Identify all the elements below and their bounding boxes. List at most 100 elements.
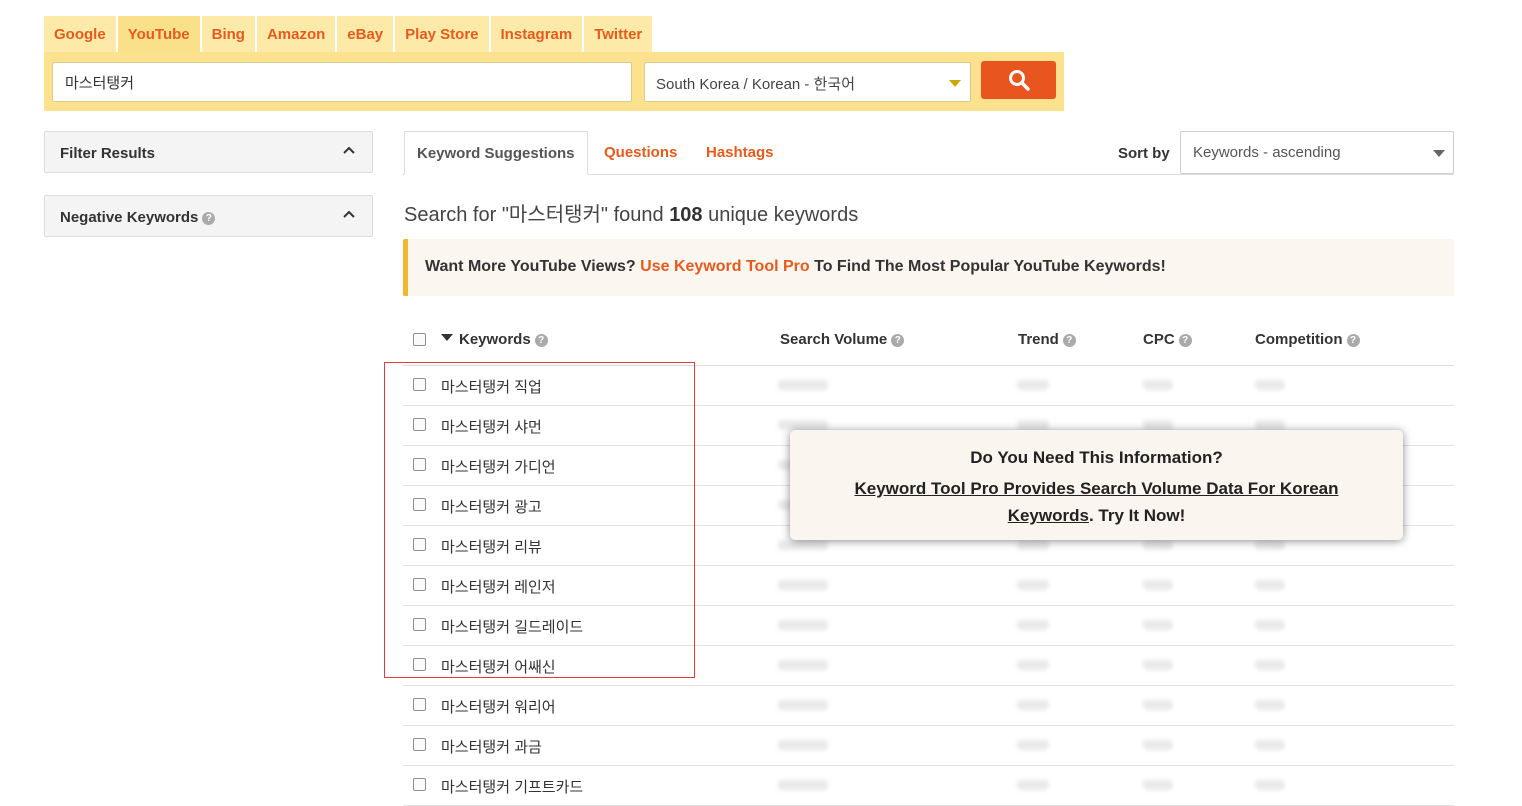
blurred-trend <box>1017 540 1049 550</box>
row-checkbox[interactable] <box>413 698 426 711</box>
blurred-trend <box>1017 620 1049 630</box>
tab-ebay[interactable]: eBay <box>337 16 394 52</box>
chevron-up-icon[interactable] <box>342 143 356 157</box>
tab-twitter[interactable]: Twitter <box>584 16 653 52</box>
tab-amazon[interactable]: Amazon <box>256 16 336 52</box>
tab-youtube[interactable]: YouTube <box>117 16 200 52</box>
col-search-volume-label: Search Volume <box>780 331 888 348</box>
keyword-base: 마스터탱커 <box>441 779 511 796</box>
tab-bing[interactable]: Bing <box>201 16 255 52</box>
tab-questions[interactable]: Questions <box>604 131 677 175</box>
blurred-search-volume <box>778 660 828 670</box>
popup-title: Do You Need This Information? <box>970 448 1223 467</box>
negative-keywords-label: Negative Keywords <box>60 209 199 226</box>
blurred-cpc <box>1143 620 1173 630</box>
language-value: South Korea / Korean - 한국어 <box>656 76 855 93</box>
tab-play-store[interactable]: Play Store <box>395 16 489 52</box>
col-competition[interactable]: Competition? <box>1255 331 1360 348</box>
blurred-competition <box>1255 700 1285 710</box>
help-icon[interactable]: ? <box>1178 334 1192 347</box>
help-icon[interactable]: ? <box>891 334 905 347</box>
popup-message: Keyword Tool Pro Provides Search Volume … <box>820 475 1373 529</box>
blurred-competition <box>1255 540 1285 550</box>
col-cpc-label: CPC <box>1143 331 1175 348</box>
keyword-extra: 워리어 <box>514 699 556 716</box>
blurred-trend <box>1017 380 1049 390</box>
col-cpc[interactable]: CPC? <box>1143 331 1192 348</box>
row-checkbox[interactable] <box>413 778 426 791</box>
result-summary: Search for "마스터탱커" found 108 unique keyw… <box>404 198 858 227</box>
upgrade-popup: Do You Need This Information? Keyword To… <box>790 430 1403 540</box>
tab-instagram[interactable]: Instagram <box>490 16 583 52</box>
search-input[interactable] <box>52 62 632 102</box>
blurred-competition <box>1255 620 1285 630</box>
keyword-text[interactable]: 마스터탱커 과금 <box>441 736 542 757</box>
highlight-box <box>384 362 695 678</box>
search-button[interactable] <box>981 61 1056 99</box>
sort-value: Keywords - ascending <box>1193 144 1341 161</box>
blurred-competition <box>1255 420 1285 430</box>
keyword-base: 마스터탱커 <box>441 739 511 756</box>
blurred-cpc <box>1143 740 1173 750</box>
search-bar: South Korea / Korean - 한국어 <box>44 52 1064 111</box>
promo-tail: To Find The Most Popular YouTube Keyword… <box>814 258 1166 275</box>
sort-desc-icon <box>441 334 453 341</box>
popup-tail: . Try It Now! <box>1088 506 1186 525</box>
promo-link[interactable]: Use Keyword Tool Pro <box>640 258 810 275</box>
blurred-trend <box>1017 580 1049 590</box>
result-count: 108 <box>669 204 703 226</box>
blurred-cpc <box>1143 700 1173 710</box>
promo-banner: Want More YouTube Views? Use Keyword Too… <box>403 239 1454 296</box>
blurred-search-volume <box>778 700 828 710</box>
select-all-checkbox[interactable] <box>413 333 426 346</box>
keyword-extra: 기프트카드 <box>514 779 584 796</box>
sort-select[interactable]: Keywords - ascending <box>1180 131 1454 174</box>
chevron-down-icon <box>949 80 961 87</box>
keyword-extra: 과금 <box>514 739 542 756</box>
help-icon[interactable]: ? <box>1062 334 1076 347</box>
blurred-search-volume <box>778 420 828 430</box>
col-trend-label: Trend <box>1018 331 1059 348</box>
table-row: 마스터탱커 과금 <box>403 726 1454 766</box>
table-row: 마스터탱커 워리어 <box>403 686 1454 726</box>
blurred-search-volume <box>778 620 828 630</box>
blurred-cpc <box>1143 420 1173 430</box>
chevron-up-icon[interactable] <box>342 207 356 221</box>
negative-keywords-panel[interactable]: Negative Keywords? <box>44 195 373 237</box>
filter-results-panel[interactable]: Filter Results <box>44 131 373 173</box>
blurred-competition <box>1255 660 1285 670</box>
blurred-search-volume <box>778 540 828 550</box>
blurred-competition <box>1255 380 1285 390</box>
table-row: 마스터탱커 기프트카드 <box>403 766 1454 806</box>
platform-tabs: Google YouTube Bing Amazon eBay Play Sto… <box>44 16 654 52</box>
table-header: Keywords? Search Volume? Trend? CPC? Com… <box>403 318 1454 366</box>
language-select[interactable]: South Korea / Korean - 한국어 <box>644 62 971 102</box>
negative-keywords-title: Negative Keywords? <box>60 209 216 226</box>
tab-google[interactable]: Google <box>44 16 116 52</box>
col-keywords[interactable]: Keywords? <box>441 331 548 348</box>
chevron-down-icon <box>1433 150 1445 157</box>
col-trend[interactable]: Trend? <box>1018 331 1076 348</box>
keyword-text[interactable]: 마스터탱커 기프트카드 <box>441 776 583 797</box>
col-search-volume[interactable]: Search Volume? <box>780 331 905 348</box>
row-checkbox[interactable] <box>413 738 426 751</box>
blurred-cpc <box>1143 580 1173 590</box>
result-prefix: Search for "마스터탱커" found <box>404 204 670 226</box>
blurred-cpc <box>1143 660 1173 670</box>
blurred-trend <box>1017 740 1049 750</box>
tab-hashtags[interactable]: Hashtags <box>706 131 774 175</box>
blurred-competition <box>1255 740 1285 750</box>
help-icon[interactable]: ? <box>1346 334 1360 347</box>
help-icon[interactable]: ? <box>534 334 548 347</box>
keyword-text[interactable]: 마스터탱커 워리어 <box>441 696 556 717</box>
blurred-trend <box>1017 420 1049 430</box>
blurred-competition <box>1255 780 1285 790</box>
help-icon[interactable]: ? <box>202 212 216 225</box>
blurred-competition <box>1255 580 1285 590</box>
blurred-search-volume <box>778 580 828 590</box>
blurred-trend <box>1017 700 1049 710</box>
tab-keyword-suggestions[interactable]: Keyword Suggestions <box>404 131 588 175</box>
sort-label: Sort by <box>1118 145 1170 162</box>
keyword-base: 마스터탱커 <box>441 699 511 716</box>
blurred-trend <box>1017 660 1049 670</box>
